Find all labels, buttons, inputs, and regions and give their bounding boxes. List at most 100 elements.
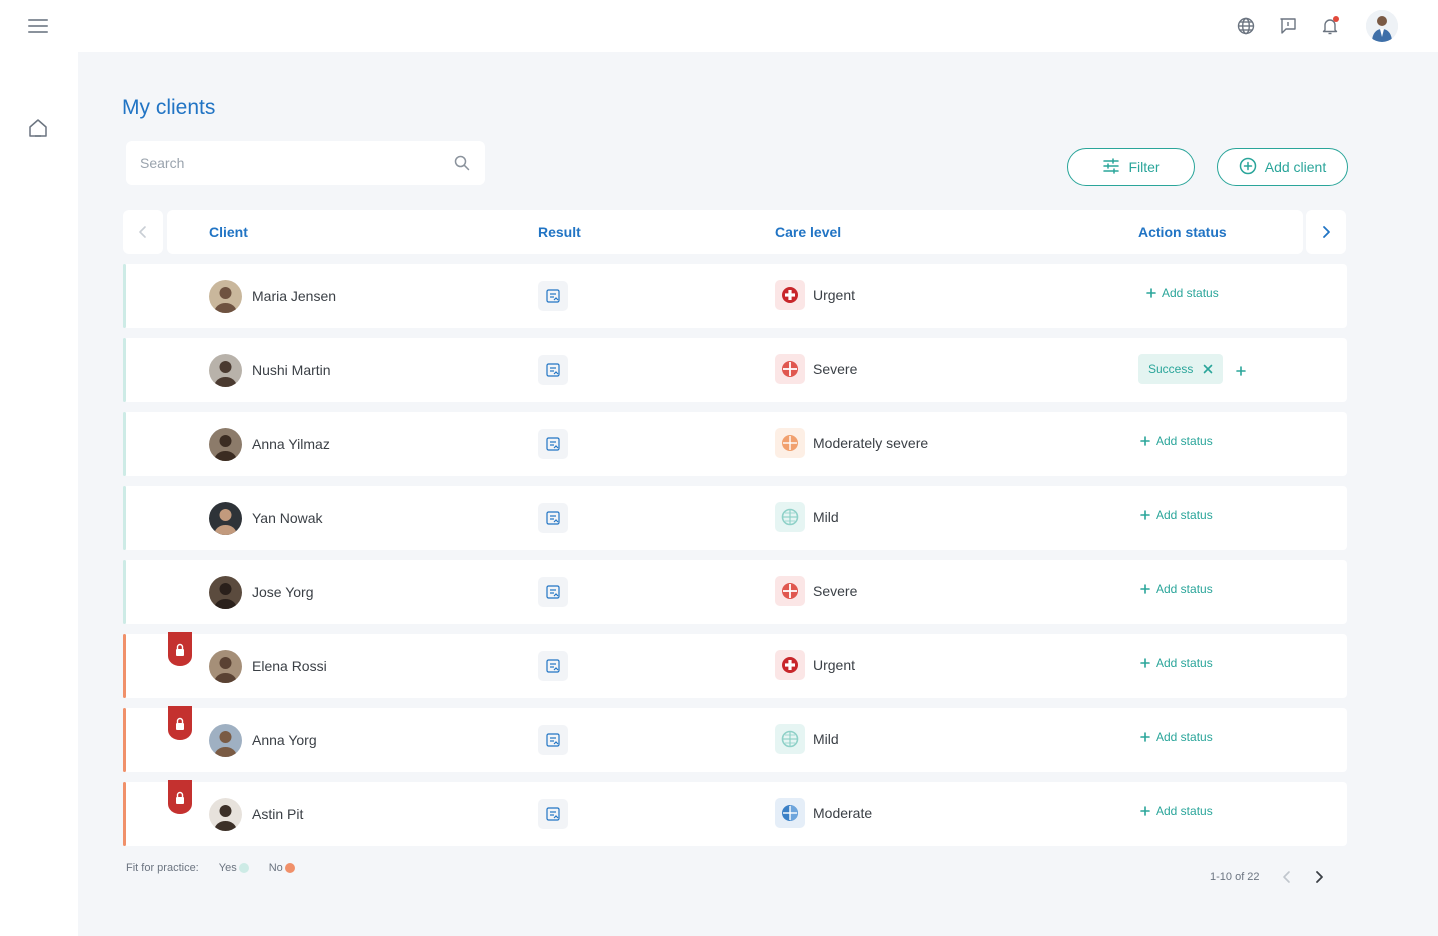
client-name[interactable]: Maria Jensen <box>252 288 336 304</box>
filter-label: Filter <box>1128 159 1160 175</box>
legend-yes-label: Yes <box>218 862 237 874</box>
avatar <box>209 354 242 387</box>
add-status-plus-icon[interactable] <box>1236 363 1246 381</box>
report-icon[interactable] <box>538 725 568 755</box>
care-level-label: Moderately severe <box>813 435 929 451</box>
table-row[interactable]: Anna Yilmaz Moderately severe Add status <box>123 412 1347 476</box>
filter-button[interactable]: Filter <box>1067 148 1195 186</box>
care-level-icon <box>775 354 805 384</box>
add-status-label: Add status <box>1156 804 1213 818</box>
fit-indicator <box>123 264 126 328</box>
add-status-button[interactable]: Add status <box>1140 434 1213 448</box>
bell-icon[interactable] <box>1318 14 1342 38</box>
plus-icon <box>1140 436 1150 446</box>
top-actions <box>1234 10 1398 42</box>
table-row[interactable]: Maria Jensen Urgent Add status <box>123 264 1347 328</box>
report-icon[interactable] <box>538 651 568 681</box>
user-avatar[interactable] <box>1366 10 1398 42</box>
report-icon[interactable] <box>538 503 568 533</box>
scroll-left-button[interactable] <box>123 210 163 254</box>
add-status-label: Add status <box>1156 656 1213 670</box>
care-level-label: Severe <box>813 583 858 599</box>
add-status-button[interactable]: Add status <box>1140 656 1213 670</box>
add-client-button[interactable]: Add client <box>1217 148 1348 186</box>
add-status-button[interactable]: Add status <box>1140 582 1213 596</box>
add-status-button[interactable]: Add status <box>1140 508 1213 522</box>
main-content: My clients Filter Add client Client Resu… <box>78 52 1438 936</box>
table-row[interactable]: Astin Pit Moderate Add status <box>123 780 1347 846</box>
legend-no-label: No <box>268 862 283 874</box>
column-header-action-status[interactable]: Action status <box>1138 224 1227 240</box>
chat-icon[interactable] <box>1276 14 1300 38</box>
client-name[interactable]: Yan Nowak <box>252 510 323 526</box>
column-header-client[interactable]: Client <box>209 224 248 240</box>
lock-badge-icon <box>167 632 193 666</box>
client-name[interactable]: Nushi Martin <box>252 362 331 378</box>
add-status-label: Add status <box>1156 434 1213 448</box>
fit-indicator <box>123 560 126 624</box>
close-icon[interactable] <box>1203 364 1213 374</box>
add-status-label: Add status <box>1156 508 1213 522</box>
legend-no: No <box>269 862 295 874</box>
legend-label: Fit for practice: <box>126 862 199 874</box>
add-status-button[interactable]: Add status <box>1140 730 1213 744</box>
page-title: My clients <box>122 96 216 119</box>
client-name[interactable]: Jose Yorg <box>252 584 314 600</box>
plus-icon <box>1140 584 1150 594</box>
client-name[interactable]: Anna Yilmaz <box>252 436 330 452</box>
fit-indicator <box>123 338 126 402</box>
status-chip-label: Success <box>1148 362 1194 376</box>
lock-badge-icon <box>167 706 193 740</box>
client-name[interactable]: Elena Rossi <box>252 658 327 674</box>
care-level-label: Mild <box>813 731 839 747</box>
add-status-label: Add status <box>1156 582 1213 596</box>
avatar <box>209 798 242 831</box>
table-row[interactable]: Jose Yorg Severe Add status <box>123 560 1347 624</box>
add-status-button[interactable]: Add status <box>1140 804 1213 818</box>
column-header-care-level[interactable]: Care level <box>775 224 841 240</box>
plus-icon <box>1140 510 1150 520</box>
hamburger-icon[interactable] <box>24 14 52 38</box>
pagination-range: 1-10 of 22 <box>1210 871 1260 883</box>
table-row[interactable]: Anna Yorg Mild Add status <box>123 706 1347 772</box>
report-icon[interactable] <box>538 355 568 385</box>
notification-dot <box>1333 16 1339 22</box>
globe-icon[interactable] <box>1234 14 1258 38</box>
add-status-button[interactable]: Add status <box>1146 286 1219 300</box>
search-box <box>126 141 485 185</box>
client-name[interactable]: Astin Pit <box>252 806 303 822</box>
plus-icon <box>1140 806 1150 816</box>
legend-yes: Yes <box>219 862 249 874</box>
care-level-icon <box>775 428 805 458</box>
care-level-icon <box>775 650 805 680</box>
care-level-icon <box>775 280 805 310</box>
report-icon[interactable] <box>538 799 568 829</box>
plus-icon <box>1140 732 1150 742</box>
prev-page-button[interactable] <box>1282 870 1292 884</box>
column-header-result[interactable]: Result <box>538 224 581 240</box>
table-row[interactable]: Yan Nowak Mild Add status <box>123 486 1347 550</box>
report-icon[interactable] <box>538 281 568 311</box>
plus-icon <box>1146 288 1156 298</box>
search-input[interactable] <box>140 155 453 171</box>
add-client-label: Add client <box>1264 159 1327 175</box>
add-status-label: Add status <box>1162 286 1219 300</box>
home-icon[interactable] <box>26 116 50 140</box>
plus-icon <box>1140 658 1150 668</box>
search-icon[interactable] <box>453 154 471 172</box>
table-row[interactable]: Elena Rossi Urgent Add status <box>123 632 1347 698</box>
client-name[interactable]: Anna Yorg <box>252 732 317 748</box>
care-level-label: Severe <box>813 361 858 377</box>
fit-indicator <box>123 412 126 476</box>
avatar <box>209 280 242 313</box>
care-level-icon <box>775 798 805 828</box>
next-page-button[interactable] <box>1314 870 1324 884</box>
care-level-label: Mild <box>813 509 839 525</box>
legend-yes-dot <box>238 863 249 873</box>
table-row[interactable]: Nushi Martin Severe Success <box>123 338 1347 402</box>
scroll-right-button[interactable] <box>1306 210 1346 254</box>
fit-indicator <box>123 634 126 698</box>
report-icon[interactable] <box>538 577 568 607</box>
care-level-label: Urgent <box>813 657 856 673</box>
report-icon[interactable] <box>538 429 568 459</box>
